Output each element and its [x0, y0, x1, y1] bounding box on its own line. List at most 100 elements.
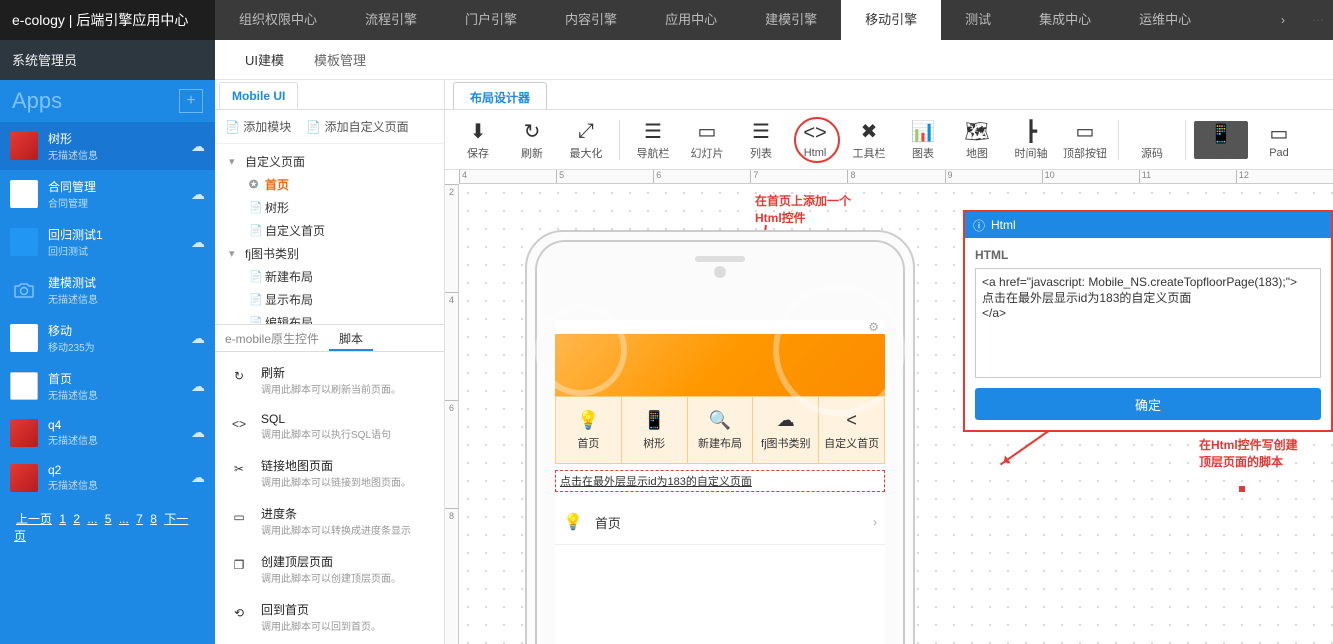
tab-layout-designer[interactable]: 布局设计器	[453, 82, 547, 109]
app-item-7[interactable]: q2无描述信息☁	[0, 455, 215, 500]
add-module-link[interactable]: 📄 添加模块	[225, 118, 291, 135]
script-item-2[interactable]: ✂链接地图页面调用此脚本可以链接到地图页面。	[215, 449, 444, 497]
app-item-4[interactable]: 移动移动235为☁	[0, 314, 215, 362]
page-2[interactable]: 2	[73, 512, 80, 526]
tool-图表[interactable]: 📊图表	[898, 119, 948, 161]
tool-刷新[interactable]: ↻刷新	[507, 119, 557, 161]
app-icon	[10, 132, 38, 160]
tool-时间轴[interactable]: ┣时间轴	[1006, 119, 1056, 161]
subtab-1[interactable]: 模板管理	[314, 50, 366, 69]
page-prev[interactable]: 上一页	[16, 512, 52, 526]
tool-icon: ⬇	[453, 119, 503, 145]
device-Pad[interactable]: ▭Pad	[1252, 121, 1306, 159]
script-icon: ⟲	[227, 601, 251, 625]
topnav-8[interactable]: 集成中心	[1015, 0, 1115, 40]
script-item-0[interactable]: ↻刷新调用此脚本可以刷新当前页面。	[215, 356, 444, 404]
app-item-3[interactable]: 建模测试无描述信息	[0, 266, 215, 314]
topnav-7[interactable]: 测试	[941, 0, 1015, 40]
ruler-horizontal: 456789101112	[459, 170, 1333, 184]
tool-幻灯片[interactable]: ▭幻灯片	[682, 119, 732, 161]
nav-button-0[interactable]: 💡首页	[556, 397, 622, 463]
app-name: 首页	[48, 370, 181, 387]
nav-more-icon[interactable]: ›	[1263, 0, 1303, 40]
cloud-icon: ☁	[191, 378, 205, 395]
script-item-5[interactable]: ⟲回到首页调用此脚本可以回到首页。	[215, 593, 444, 641]
tree-node-6[interactable]: 📄显示布局	[215, 288, 444, 311]
tool-保存[interactable]: ⬇保存	[453, 119, 503, 161]
page-8[interactable]: 8	[150, 512, 157, 526]
tree-node-1[interactable]: ✪首页	[215, 173, 444, 196]
page-5[interactable]: 5	[105, 512, 112, 526]
html-widget[interactable]: 点击在最外层显示id为183的自定义页面	[555, 470, 885, 492]
cloud-icon: ☁	[191, 424, 205, 441]
page-1[interactable]: 1	[59, 512, 66, 526]
app-desc: 移动235为	[48, 339, 181, 354]
page-7[interactable]: 7	[136, 512, 143, 526]
tool-工具栏[interactable]: ✖工具栏	[844, 119, 894, 161]
apps-sidebar: Apps + 树形无描述信息☁合同管理合同管理☁回归测试1回归测试☁建模测试无描…	[0, 80, 215, 644]
topnav-1[interactable]: 流程引擎	[341, 0, 441, 40]
tool-Html[interactable]: <>Html	[790, 121, 840, 159]
tree-node-2[interactable]: 📄树形	[215, 196, 444, 219]
tree-icon: 📄	[249, 201, 261, 214]
tree-icon: ✪	[249, 178, 261, 191]
topnav-0[interactable]: 组织权限中心	[215, 0, 341, 40]
tool-icon: ☰	[628, 119, 678, 145]
tab-mobile-ui[interactable]: Mobile UI	[219, 82, 298, 109]
add-custom-page-link[interactable]: 📄 添加自定义页面	[306, 118, 408, 135]
add-app-button[interactable]: +	[179, 89, 203, 113]
tree-node-4[interactable]: ▾fj图书类别	[215, 242, 444, 265]
topnav-9[interactable]: 运维中心	[1115, 0, 1215, 40]
nav-button-2[interactable]: 🔍新建布局	[688, 397, 754, 463]
tool-列表[interactable]: ☰列表	[736, 119, 786, 161]
panel-title: Html	[991, 218, 1016, 232]
app-item-0[interactable]: 树形无描述信息☁	[0, 122, 215, 170]
options-icon[interactable]: ⋯	[1303, 0, 1333, 40]
cloud-icon: ☁	[191, 469, 205, 486]
confirm-button[interactable]: 确定	[975, 388, 1321, 420]
page-...[interactable]: ...	[87, 512, 97, 526]
app-item-2[interactable]: 回归测试1回归测试☁	[0, 218, 215, 266]
list-item[interactable]: 💡 首页 ›	[555, 500, 885, 545]
component-tab-0[interactable]: e-mobile原生控件	[215, 325, 329, 351]
tree-node-0[interactable]: ▾自定义页面	[215, 150, 444, 173]
tool-icon: ▭	[682, 119, 732, 145]
nav-button-1[interactable]: 📱树形	[622, 397, 688, 463]
script-icon: ✂	[227, 457, 251, 481]
tool-地图[interactable]: 🗺地图	[952, 119, 1002, 161]
topnav-3[interactable]: 内容引擎	[541, 0, 641, 40]
topnav-6[interactable]: 移动引擎	[841, 0, 941, 40]
app-item-6[interactable]: q4无描述信息☁	[0, 410, 215, 455]
phone-speaker	[695, 256, 745, 262]
app-item-5[interactable]: 首页无描述信息☁	[0, 362, 215, 410]
tool-icon: ⤢	[561, 119, 611, 145]
cloud-icon: ☁	[191, 138, 205, 155]
phone-preview: ⚙ 💡首页📱树形🔍新建布局☁fj图书类别<自定义首页 点击在最外层显示id为18…	[525, 230, 915, 644]
app-name: 树形	[48, 130, 181, 147]
hero-banner[interactable]	[555, 334, 885, 396]
tree-node-5[interactable]: 📄新建布局	[215, 265, 444, 288]
designer-toolbar: ⬇保存↻刷新⤢最大化 ☰导航栏▭幻灯片☰列表<>Html✖工具栏📊图表🗺地图┣时间…	[445, 110, 1333, 170]
section-label: HTML	[975, 248, 1321, 262]
tree-node-7[interactable]: 📄编辑布局	[215, 311, 444, 324]
script-item-1[interactable]: <>SQL调用此脚本可以执行SQL语句	[215, 404, 444, 449]
device-Mobile[interactable]: 📱Mobile	[1194, 121, 1248, 159]
topnav-5[interactable]: 建模引擎	[741, 0, 841, 40]
app-item-1[interactable]: 合同管理合同管理☁	[0, 170, 215, 218]
tool-最大化[interactable]: ⤢最大化	[561, 119, 611, 161]
tree-icon: ▾	[229, 155, 241, 168]
tool-导航栏[interactable]: ☰导航栏	[628, 119, 678, 161]
html-code-input[interactable]: <a href="javascript: Mobile_NS.createTop…	[975, 268, 1321, 378]
tree-node-3[interactable]: 📄自定义首页	[215, 219, 444, 242]
tool-源码[interactable]: 源码	[1127, 119, 1177, 161]
topnav-4[interactable]: 应用中心	[641, 0, 741, 40]
script-item-4[interactable]: ❐创建顶层页面调用此脚本可以创建顶层页面。	[215, 545, 444, 593]
page-...[interactable]: ...	[119, 512, 129, 526]
component-tab-1[interactable]: 脚本	[329, 325, 373, 351]
topnav-2[interactable]: 门户引擎	[441, 0, 541, 40]
script-item-3[interactable]: ▭进度条调用此脚本可以转换成进度条显示	[215, 497, 444, 545]
tool-icon: 🗺	[952, 119, 1002, 145]
app-desc: 回归测试	[48, 243, 181, 258]
subtab-0[interactable]: UI建模	[245, 50, 284, 69]
tool-顶部按钮[interactable]: ▭顶部按钮	[1060, 119, 1110, 161]
